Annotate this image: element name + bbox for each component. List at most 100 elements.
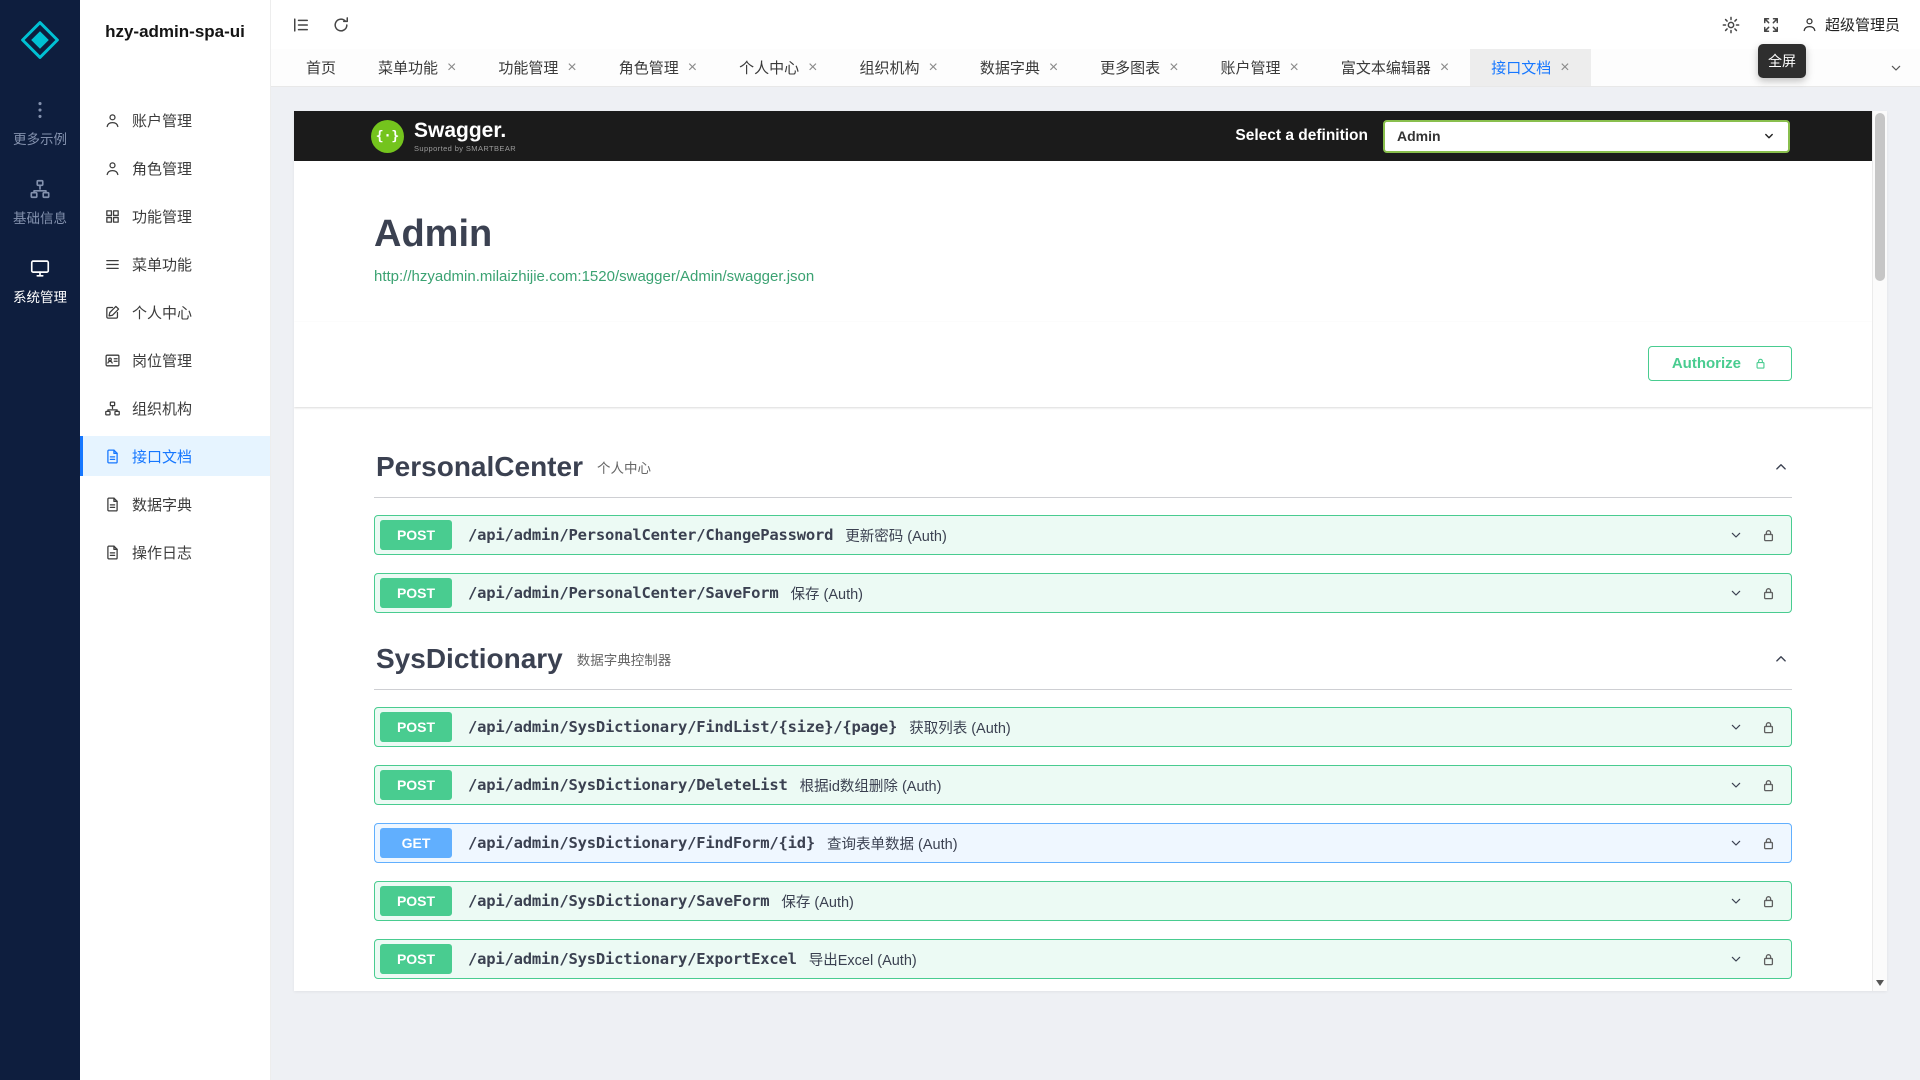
sidebar-item-role-management[interactable]: 角色管理 xyxy=(80,148,270,188)
operation-summary: 导出Excel (Auth) xyxy=(809,949,917,970)
main-column: 超级管理员 首页菜单功能×功能管理×角色管理×个人中心×组织机构×数据字典×更多… xyxy=(271,0,1920,1080)
tab-label: 功能管理 xyxy=(498,57,558,78)
swagger-sections: PersonalCenter 个人中心 POST /api/admin/Pers… xyxy=(294,407,1872,991)
close-icon[interactable]: × xyxy=(1049,60,1058,76)
sidebar-item-function-management[interactable]: 功能管理 xyxy=(80,196,270,236)
tab-item[interactable]: 菜单功能× xyxy=(357,49,477,86)
definition-select[interactable]: Admin xyxy=(1383,120,1790,153)
scheme-container: Authorize xyxy=(294,322,1872,407)
monitor-icon xyxy=(29,257,51,279)
close-icon[interactable]: × xyxy=(928,60,937,76)
operation-path: /api/admin/SysDictionary/ExportExcel xyxy=(468,950,797,968)
swagger-scrollbar[interactable] xyxy=(1872,111,1887,991)
operation-summary: 更新密码 (Auth) xyxy=(845,525,947,546)
section-header[interactable]: SysDictionary 数据字典控制器 xyxy=(374,633,1792,690)
close-icon[interactable]: × xyxy=(1290,60,1299,76)
tab-item[interactable]: 接口文档× xyxy=(1470,49,1590,86)
sidebar-item-organization[interactable]: 组织机构 xyxy=(80,388,270,428)
fullscreen-icon[interactable] xyxy=(1761,15,1781,35)
close-icon[interactable]: × xyxy=(1169,60,1178,76)
cluster-icon xyxy=(104,400,121,417)
tab-item[interactable]: 账户管理× xyxy=(1200,49,1320,86)
chevron-down-icon xyxy=(1728,893,1744,909)
fullscreen-tooltip: 全屏 xyxy=(1758,44,1806,78)
tab-dropdown-button[interactable] xyxy=(1872,49,1920,86)
chevron-down-icon xyxy=(1888,60,1904,76)
sidebar-item-menu-function[interactable]: 菜单功能 xyxy=(80,244,270,284)
section-name: SysDictionary xyxy=(376,643,563,675)
user-menu[interactable]: 超级管理员 xyxy=(1801,14,1900,35)
tabs: 首页菜单功能×功能管理×角色管理×个人中心×组织机构×数据字典×更多图表×账户管… xyxy=(285,49,1591,86)
menu-icon xyxy=(104,256,121,273)
app-root: 更多示例基础信息系统管理 hzy-admin-spa-ui 账户管理角色管理功能… xyxy=(0,0,1920,1080)
operation-row[interactable]: POST /api/admin/PersonalCenter/ChangePas… xyxy=(374,515,1792,555)
tab-label: 个人中心 xyxy=(739,57,799,78)
api-title: Admin xyxy=(374,213,1792,256)
scroll-down-arrow-icon[interactable] xyxy=(1876,980,1884,986)
close-icon[interactable]: × xyxy=(1560,60,1569,76)
tab-item[interactable]: 富文本编辑器× xyxy=(1320,49,1470,86)
chevron-up-icon[interactable] xyxy=(1772,650,1790,668)
authorize-button[interactable]: Authorize xyxy=(1648,346,1792,381)
operation-row[interactable]: POST /api/admin/SysDictionary/FindList/{… xyxy=(374,707,1792,747)
swagger-tagline: Supported by SMARTBEAR xyxy=(414,144,516,153)
user-icon xyxy=(104,112,121,129)
operation-row[interactable]: POST /api/admin/PersonalCenter/SaveForm … xyxy=(374,573,1792,613)
sidebar-item-account-management[interactable]: 账户管理 xyxy=(80,100,270,140)
rail-item-system-management[interactable]: 系统管理 xyxy=(13,242,67,321)
scrollbar-thumb[interactable] xyxy=(1875,113,1885,281)
idcard-icon xyxy=(104,352,121,369)
sidebar-item-label: 功能管理 xyxy=(132,206,192,227)
tab-item[interactable]: 数据字典× xyxy=(959,49,1079,86)
sidebar-item-label: 角色管理 xyxy=(132,158,192,179)
close-icon[interactable]: × xyxy=(567,60,576,76)
swagger-brand[interactable]: {·} Swagger. Supported by SMARTBEAR xyxy=(371,120,516,153)
lock-icon xyxy=(1760,835,1777,852)
tab-item[interactable]: 组织机构 × xyxy=(838,49,958,86)
sidebar-item-operation-log[interactable]: 操作日志 xyxy=(80,532,270,572)
method-badge: GET xyxy=(380,828,452,858)
operation-row[interactable]: GET /api/admin/SysDictionary/FindForm/{i… xyxy=(374,823,1792,863)
lock-icon xyxy=(1760,893,1777,910)
tab-label: 组织机构 xyxy=(859,57,919,78)
user-icon xyxy=(1801,16,1818,33)
tab-item[interactable]: 功能管理 × xyxy=(477,49,597,86)
sidebar-item-personal-center[interactable]: 个人中心 xyxy=(80,292,270,332)
tab-label: 更多图表 xyxy=(1100,57,1160,78)
sidebar-item-data-dictionary[interactable]: 数据字典 xyxy=(80,484,270,524)
sidebar-item-post-management[interactable]: 岗位管理 xyxy=(80,340,270,380)
close-icon[interactable]: × xyxy=(447,60,456,76)
section-header[interactable]: PersonalCenter 个人中心 xyxy=(374,441,1792,498)
operation-row[interactable]: POST /api/admin/SysDictionary/ExportExce… xyxy=(374,939,1792,979)
definition-picker: Select a definition Admin xyxy=(1235,120,1790,153)
close-icon[interactable]: × xyxy=(808,60,817,76)
tab-item[interactable]: 首页 xyxy=(285,49,357,86)
select-definition-label: Select a definition xyxy=(1235,127,1368,145)
close-icon[interactable]: × xyxy=(1440,60,1449,76)
operation-path: /api/admin/SysDictionary/FindList/{size}… xyxy=(468,718,897,736)
chevron-down-icon xyxy=(1728,527,1744,543)
operation-row[interactable]: POST /api/admin/SysDictionary/DeleteList… xyxy=(374,765,1792,805)
tab-item[interactable]: 个人中心 × xyxy=(718,49,838,86)
rail-item-more-examples[interactable]: 更多示例 xyxy=(13,84,67,163)
settings-gear-icon[interactable] xyxy=(1721,15,1741,35)
api-section: SysDictionary 数据字典控制器 POST /api/admin/Sy… xyxy=(374,633,1792,979)
close-icon[interactable]: × xyxy=(688,60,697,76)
refresh-icon[interactable] xyxy=(331,15,351,35)
operation-row[interactable]: POST /api/admin/SysDictionary/SaveForm 保… xyxy=(374,881,1792,921)
swagger-document: {·} Swagger. Supported by SMARTBEAR Sele… xyxy=(294,111,1872,991)
rail-item-basic-info[interactable]: 基础信息 xyxy=(13,163,67,242)
app-logo-icon[interactable] xyxy=(18,18,62,62)
sidebar-item-label: 接口文档 xyxy=(132,446,192,467)
operation-controls xyxy=(1728,951,1777,968)
file-icon xyxy=(104,496,121,513)
cluster-icon xyxy=(29,178,51,200)
tab-item[interactable]: 角色管理× xyxy=(598,49,718,86)
spec-url-link[interactable]: http://hzyadmin.milaizhijie.com:1520/swa… xyxy=(374,268,814,285)
sidebar-item-label: 岗位管理 xyxy=(132,350,192,371)
rail-item-label: 更多示例 xyxy=(13,128,67,148)
chevron-up-icon[interactable] xyxy=(1772,458,1790,476)
collapse-sidebar-icon[interactable] xyxy=(291,15,311,35)
tab-item[interactable]: 更多图表 × xyxy=(1079,49,1199,86)
sidebar-item-api-docs[interactable]: 接口文档 xyxy=(80,436,270,476)
